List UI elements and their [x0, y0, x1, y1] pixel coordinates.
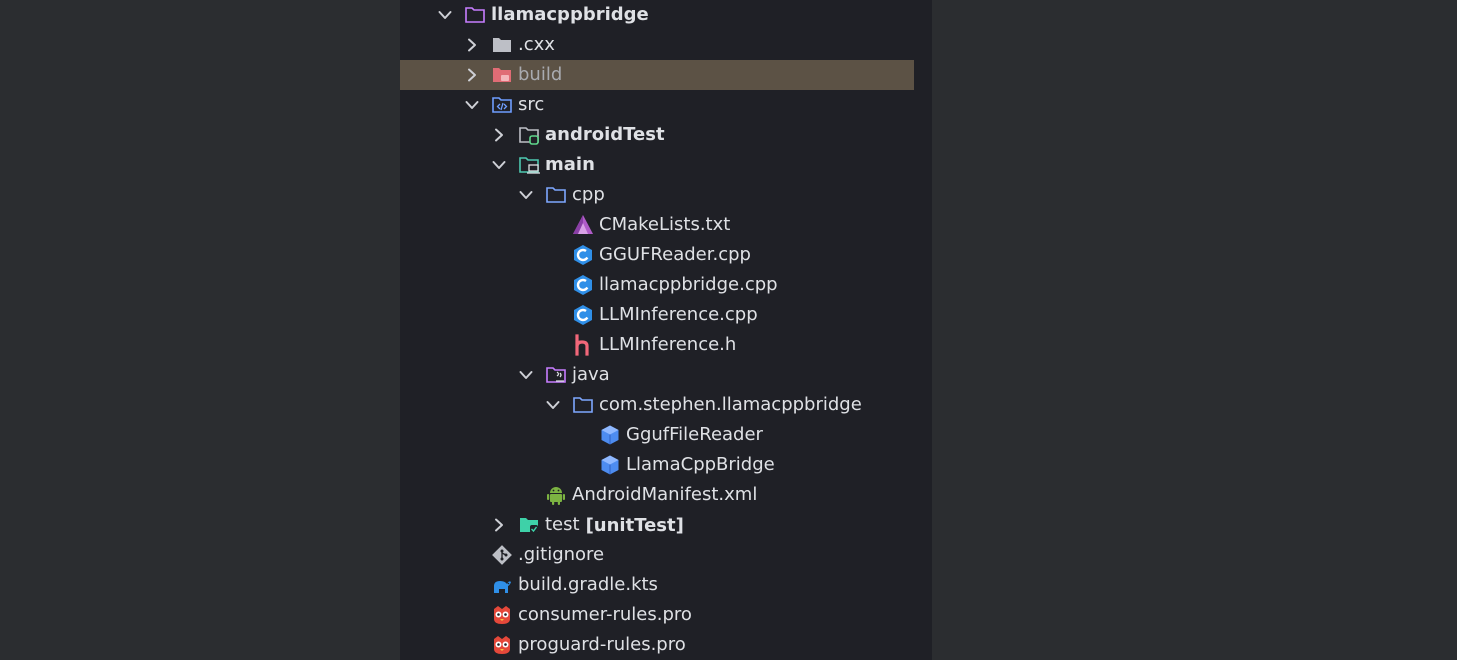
tree-row[interactable]: GGUFReader.cpp	[400, 240, 914, 270]
tree-row[interactable]: LlamaCppBridge	[400, 450, 914, 480]
gradle-icon	[491, 574, 513, 596]
chevron-down-icon[interactable]	[438, 8, 452, 22]
tree-row-label: src	[518, 94, 545, 115]
tree-row-label: cpp	[572, 184, 605, 205]
chevron-down-icon[interactable]	[492, 158, 506, 172]
cpp-file-icon	[572, 304, 594, 326]
tree-row-label: CMakeLists.txt	[599, 214, 731, 235]
tree-row[interactable]: llamacppbridge	[400, 0, 914, 30]
tree-row-label: .gitignore	[518, 544, 605, 565]
excluded-folder-icon	[491, 64, 513, 86]
chevron-right-icon[interactable]	[465, 38, 479, 52]
tree-row[interactable]: build.gradle.kts	[400, 570, 914, 600]
tree-row-label: build	[518, 64, 563, 85]
chevron-right-icon[interactable]	[492, 128, 506, 142]
chevron-right-icon[interactable]	[465, 68, 479, 82]
cpp-file-icon	[572, 244, 594, 266]
tree-row-label: llamacppbridge.cpp	[599, 274, 778, 295]
tree-row-label: test	[545, 514, 580, 535]
test-folder-icon	[518, 124, 540, 146]
java-folder-icon	[545, 364, 567, 386]
cpp-file-icon	[572, 274, 594, 296]
tree-row[interactable]: androidTest	[400, 120, 914, 150]
main-folder-icon	[518, 154, 540, 176]
chevron-down-icon[interactable]	[519, 368, 533, 382]
tree-row-label: LLMInference.cpp	[599, 304, 758, 325]
tree-row-label: GgufFileReader	[626, 424, 763, 445]
git-icon	[491, 544, 513, 566]
tree-row[interactable]: AndroidManifest.xml	[400, 480, 914, 510]
tree-row[interactable]: test [unitTest]	[400, 510, 914, 540]
chevron-right-icon[interactable]	[492, 518, 506, 532]
tree-row-label: main	[545, 154, 595, 175]
module-folder-icon	[464, 4, 486, 26]
tree-row[interactable]: .gitignore	[400, 540, 914, 570]
tree-row[interactable]: consumer-rules.pro	[400, 600, 914, 630]
chevron-down-icon[interactable]	[465, 98, 479, 112]
tree-row[interactable]: proguard-rules.pro	[400, 630, 914, 660]
tree-row[interactable]: com.stephen.llamacppbridge	[400, 390, 914, 420]
tree-row[interactable]: llamacppbridge.cpp	[400, 270, 914, 300]
chevron-down-icon[interactable]	[519, 188, 533, 202]
tree-row-label: java	[572, 364, 610, 385]
tree-row-suffix: [unitTest]	[585, 514, 684, 536]
tree-row-label: build.gradle.kts	[518, 574, 658, 595]
unit-test-folder-icon	[518, 514, 540, 536]
ide-window: llamacppbridge .cxx build src androidTest mai…	[0, 0, 1457, 660]
tree-row[interactable]: .cxx	[400, 30, 914, 60]
header-file-icon	[572, 334, 594, 356]
tree-row-label: GGUFReader.cpp	[599, 244, 751, 265]
android-icon	[545, 484, 567, 506]
class-icon	[599, 454, 621, 476]
chevron-down-icon[interactable]	[546, 398, 560, 412]
folder-icon	[491, 34, 513, 56]
source-folder-icon	[491, 94, 513, 116]
tree-row[interactable]: src	[400, 90, 914, 120]
package-folder-icon	[572, 394, 594, 416]
tree-row[interactable]: GgufFileReader	[400, 420, 914, 450]
tree-row-label: proguard-rules.pro	[518, 634, 686, 655]
tree-row-label: .cxx	[518, 34, 555, 55]
proguard-icon	[491, 604, 513, 626]
tree-row-label: LlamaCppBridge	[626, 454, 775, 475]
tree-row[interactable]: LLMInference.h	[400, 330, 914, 360]
folder-outline-icon	[545, 184, 567, 206]
tree-row[interactable]: main	[400, 150, 914, 180]
class-icon	[599, 424, 621, 446]
tree-row[interactable]: build	[400, 60, 914, 90]
tree-row-label: androidTest	[545, 124, 665, 145]
tree-row-label: com.stephen.llamacppbridge	[599, 394, 862, 415]
tree-row[interactable]: cpp	[400, 180, 914, 210]
tree-row[interactable]: java	[400, 360, 914, 390]
proguard-icon	[491, 634, 513, 656]
tree-row-label: AndroidManifest.xml	[572, 484, 758, 505]
tree-row[interactable]: LLMInference.cpp	[400, 300, 914, 330]
tree-row-label: consumer-rules.pro	[518, 604, 692, 625]
tree-row-label: LLMInference.h	[599, 334, 737, 355]
tree-row[interactable]: CMakeLists.txt	[400, 210, 914, 240]
tree-row-label: llamacppbridge	[491, 4, 649, 25]
cmake-icon	[572, 214, 594, 236]
